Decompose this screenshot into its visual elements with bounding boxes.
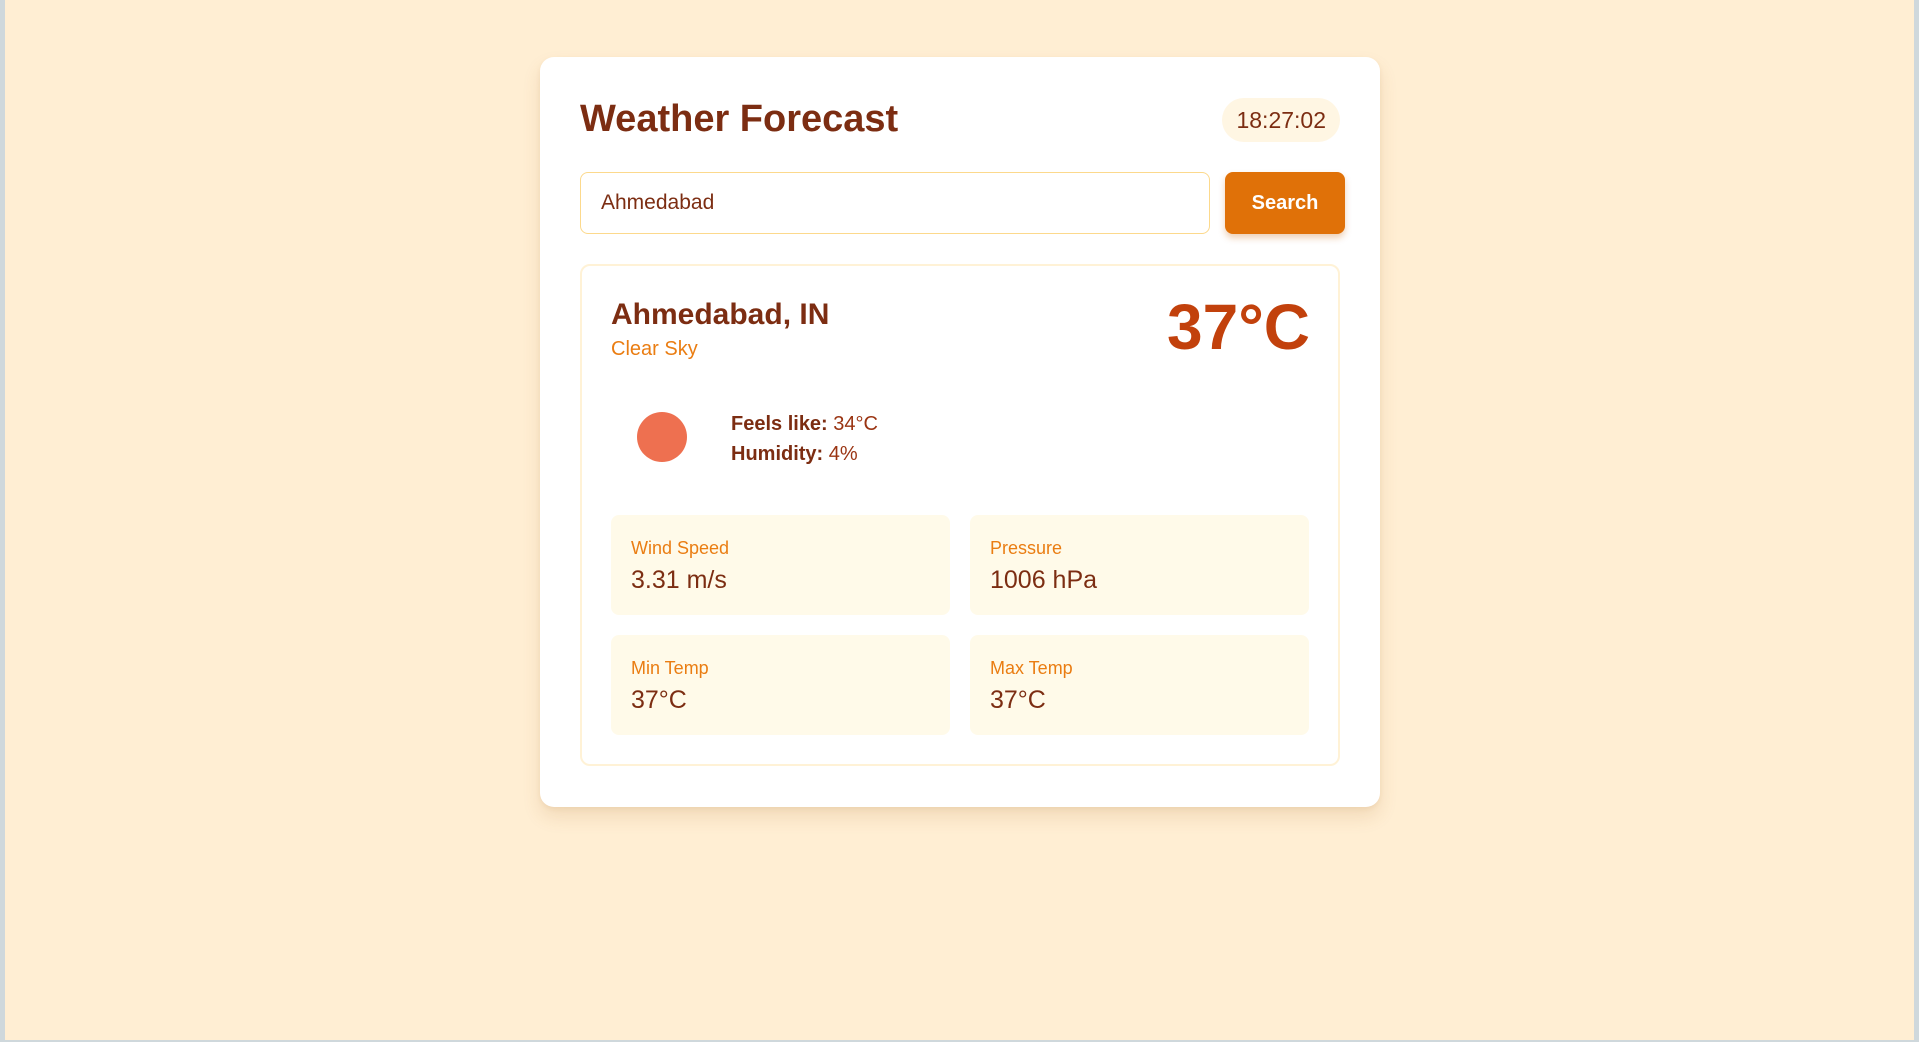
current-temperature: 37°C: [1167, 291, 1310, 363]
app-background: Weather Forecast 18:27:02 Search Ahmedab…: [5, 0, 1914, 1040]
stat-min-temp: Min Temp 37°C: [611, 635, 950, 735]
stat-label: Pressure: [990, 538, 1063, 558]
stat-max-temp: Max Temp 37°C: [970, 635, 1309, 735]
humidity-label: Humidity:: [731, 443, 824, 465]
search-button[interactable]: Search: [1225, 172, 1345, 234]
feels-like-label: Feels like:: [731, 413, 828, 435]
location-name: Ahmedabad, IN: [611, 298, 830, 331]
weather-result-panel: Ahmedabad, IN Clear Sky 37°C Feels like:…: [580, 264, 1340, 766]
weather-card: Weather Forecast 18:27:02 Search Ahmedab…: [540, 57, 1380, 807]
weather-details: Feels like: 34°C Humidity: 4%: [731, 409, 878, 469]
stat-label: Max Temp: [990, 658, 1073, 678]
feels-like-row: Feels like: 34°C: [731, 409, 878, 439]
stat-value: 1006 hPa: [990, 566, 1098, 594]
stat-wind-speed: Wind Speed 3.31 m/s: [611, 515, 950, 615]
sun-icon: [637, 412, 687, 462]
stat-pressure: Pressure 1006 hPa: [970, 515, 1309, 615]
stat-label: Min Temp: [631, 658, 709, 678]
current-time-badge: 18:27:02: [1222, 98, 1340, 142]
stat-value: 37°C: [631, 686, 687, 714]
humidity-value: 4%: [828, 443, 858, 465]
stat-value: 3.31 m/s: [631, 566, 727, 594]
feels-like-value: 34°C: [833, 413, 878, 435]
stat-value: 37°C: [990, 686, 1046, 714]
humidity-row: Humidity: 4%: [731, 439, 878, 469]
city-search-input[interactable]: [580, 172, 1210, 234]
stat-label: Wind Speed: [631, 538, 730, 558]
weather-condition: Clear Sky: [611, 338, 698, 360]
page-title: Weather Forecast: [580, 98, 899, 140]
